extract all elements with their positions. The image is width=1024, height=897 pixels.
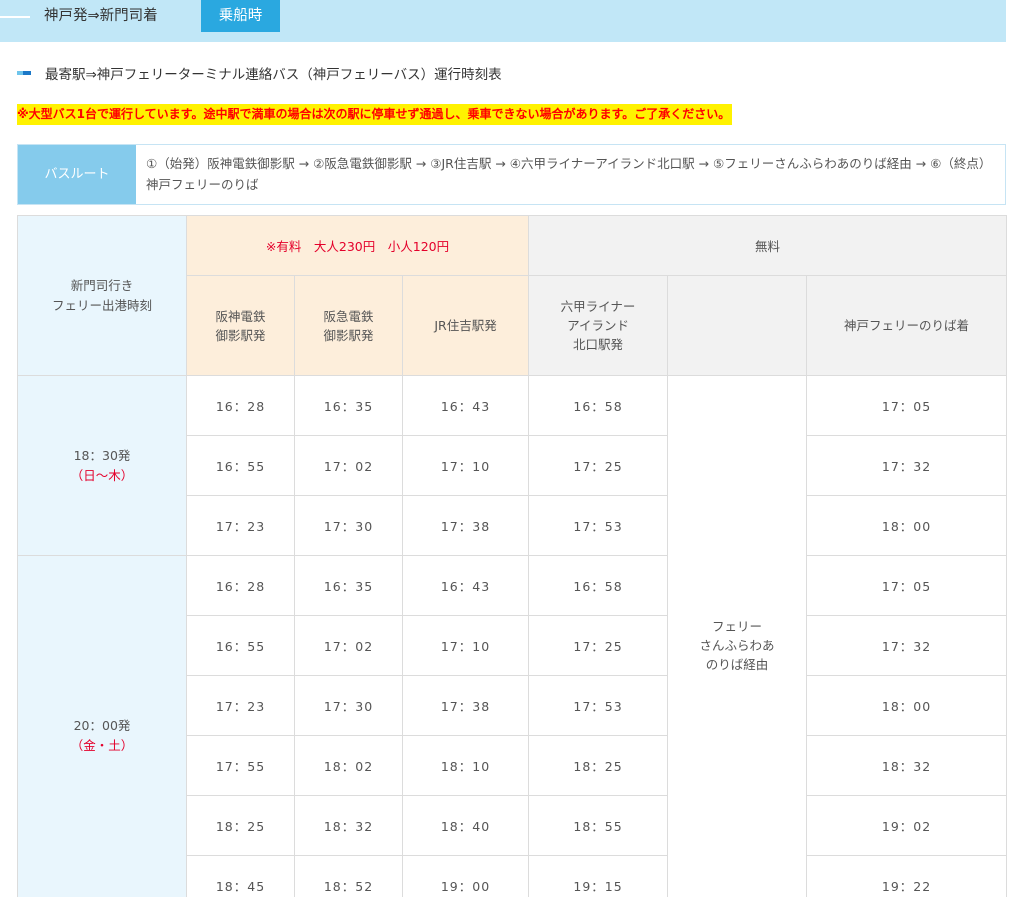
via-note-line: フェリー: [712, 619, 763, 634]
departure-header: 新門司行きフェリー出港時刻: [17, 215, 187, 376]
time-hanshin: 18：45: [186, 855, 295, 897]
boarding-time-badge[interactable]: 乗船時: [201, 0, 280, 32]
column-label: 阪神電鉄: [215, 308, 266, 324]
time-hanshin: 18：25: [186, 795, 295, 856]
time-hankyu: 17：30: [294, 675, 403, 736]
time-hanshin: 17：23: [186, 675, 295, 736]
time-rokko: 16：58: [528, 375, 669, 436]
column-label: 北口駅発: [573, 337, 624, 352]
time-kobe-ferry: 17：05: [806, 555, 1008, 616]
ferry-departure-time: 18：30発 （日～木）: [17, 375, 187, 556]
departure-time: 18：30発: [73, 447, 131, 463]
heading-bullet-icon: [17, 71, 31, 75]
column-label: 御影駅発: [323, 327, 374, 343]
time-jr: 17：10: [401, 435, 530, 496]
sunflower-via-note: フェリーさんふらわあ のりば経由: [667, 375, 808, 897]
capacity-notice: ※大型バス1台で運行しています。途中駅で満車の場合は次の駅に停車せず通過し、乗車…: [17, 104, 733, 125]
page-header-bar: 神戸発⇒新門司着 乗船時: [0, 0, 1006, 42]
time-kobe-ferry: 18：32: [806, 735, 1008, 796]
bus-route-stops: ①（始発）阪神電鉄御影駅 → ②阪急電鉄御影駅 → ③JR住吉駅 → ④六甲ライ…: [146, 156, 992, 192]
route-title: 神戸発⇒新門司着: [44, 8, 158, 24]
header-dash-decoration: [0, 16, 30, 18]
departure-header-line: フェリー出港時刻: [51, 297, 152, 313]
time-kobe-ferry: 19：22: [806, 855, 1008, 897]
departure-header-line: 新門司行き: [70, 277, 134, 293]
ferry-departure-time: 20：00発 （金・土）: [17, 555, 187, 897]
section-title: 最寄駅⇒神戸フェリーターミナル連絡バス（神戸フェリーバス）運行時刻表: [45, 67, 502, 83]
time-hankyu: 17：02: [294, 435, 403, 496]
time-rokko: 18：25: [528, 735, 669, 796]
col-hanshin-mikage: 阪神電鉄 御影駅発: [186, 275, 295, 376]
time-kobe-ferry: 18：00: [806, 675, 1008, 736]
bus-timetable: 新門司行き フェリー出港時刻 ※有料 大人230円 小人120円 無料 阪神電鉄 御影駅発…: [17, 215, 1008, 897]
time-hankyu: 17：30: [294, 495, 403, 556]
timetable-row: 20：00発 （金・土） 16：28 16：35 16：43 16：58 17：05: [17, 555, 1008, 897]
time-jr: 19：00: [401, 855, 530, 897]
time-kobe-ferry: 17：05: [806, 375, 1008, 436]
time-kobe-ferry: 18：00: [806, 495, 1008, 556]
timetable-header-row: 新門司行き フェリー出港時刻 ※有料 大人230円 小人120円 無料: [17, 215, 1008, 376]
time-rokko: 16：58: [528, 555, 669, 616]
time-jr: 17：10: [401, 615, 530, 676]
time-hanshin: 16：55: [186, 615, 295, 676]
paid-fare-header: ※有料 大人230円 小人120円: [185, 215, 530, 276]
bus-route-box: バスルート ①（始発）阪神電鉄御影駅 → ②阪急電鉄御影駅 → ③JR住吉駅 →…: [17, 144, 1006, 205]
time-jr: 16：43: [401, 555, 530, 616]
column-label: アイランド: [567, 318, 629, 333]
time-hanshin: 17：55: [186, 735, 295, 796]
departure-time: 20：00発: [73, 717, 131, 733]
time-kobe-ferry: 17：32: [806, 615, 1008, 676]
time-hankyu: 18：02: [294, 735, 403, 796]
via-note-line: さんふらわあ: [699, 638, 775, 653]
time-hanshin: 16：28: [186, 375, 295, 436]
col-jr-sumiyoshi: JR住吉駅発: [401, 275, 530, 376]
time-hankyu: 18：32: [294, 795, 403, 856]
col-kobe-ferry-arrival: 神戸フェリーのりば着: [806, 275, 1008, 376]
operating-days: （金・土）: [70, 737, 134, 753]
col-rokko-liner: 六甲ライナー アイランド北口駅発: [528, 275, 669, 376]
time-rokko: 18：55: [528, 795, 669, 856]
time-rokko: 17：53: [528, 675, 669, 736]
column-label: 御影駅発: [215, 327, 266, 343]
time-hankyu: 16：35: [294, 555, 403, 616]
free-fare-header: 無料: [528, 215, 1008, 276]
time-jr: 18：10: [401, 735, 530, 796]
time-jr: 17：38: [401, 495, 530, 556]
col-hankyu-mikage: 阪急電鉄 御影駅発: [294, 275, 403, 376]
col-sunflower-via: [667, 275, 808, 376]
time-jr: 18：40: [401, 795, 530, 856]
time-hanshin: 16：28: [186, 555, 295, 616]
time-rokko: 19：15: [528, 855, 669, 897]
time-jr: 16：43: [401, 375, 530, 436]
operating-days: （日～木）: [70, 467, 134, 483]
time-kobe-ferry: 19：02: [806, 795, 1008, 856]
column-label: 六甲ライナー: [560, 299, 636, 314]
column-label: 阪急電鉄: [323, 308, 374, 324]
time-rokko: 17：25: [528, 615, 669, 676]
via-note-line: のりば経由: [705, 657, 769, 672]
time-hanshin: 16：55: [186, 435, 295, 496]
time-kobe-ferry: 17：32: [806, 435, 1008, 496]
timetable-row: 18：30発 （日～木） 16：28 16：35 16：43 16：58 フェリー さんふらわ…: [17, 375, 1008, 897]
time-rokko: 17：53: [528, 495, 669, 556]
time-jr: 17：38: [401, 675, 530, 736]
time-rokko: 17：25: [528, 435, 669, 496]
time-hankyu: 16：35: [294, 375, 403, 436]
bus-route-label: バスルート: [18, 145, 136, 204]
time-hanshin: 17：23: [186, 495, 295, 556]
time-hankyu: 17：02: [294, 615, 403, 676]
time-hankyu: 18：52: [294, 855, 403, 897]
